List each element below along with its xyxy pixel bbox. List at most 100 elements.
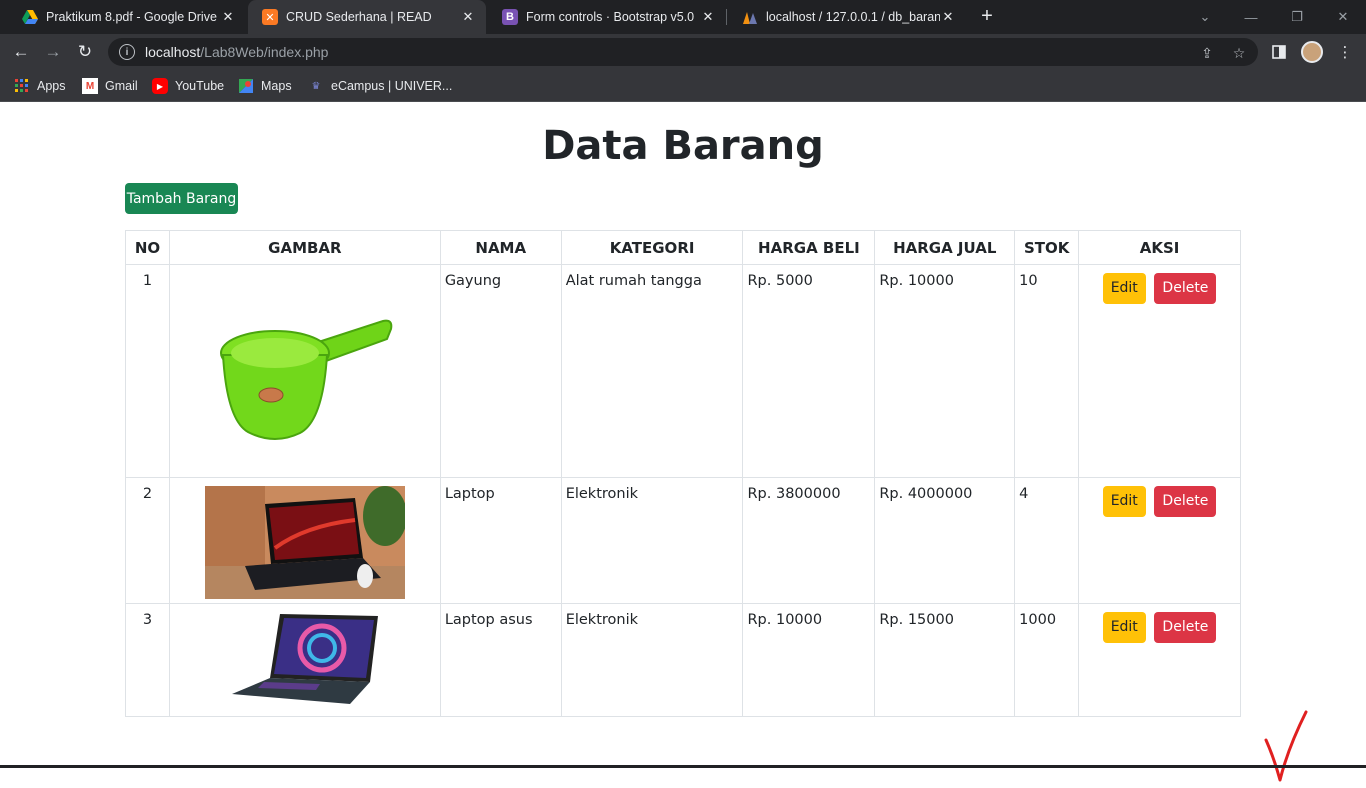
maps-icon bbox=[238, 78, 254, 94]
close-tab-icon[interactable]: ✕ bbox=[940, 9, 956, 25]
close-window-icon[interactable]: ✕ bbox=[1320, 0, 1366, 34]
xampp-icon: ✕ bbox=[262, 9, 278, 25]
cell-gambar bbox=[168, 264, 441, 478]
menu-kebab-icon[interactable]: ⋮ bbox=[1332, 39, 1358, 65]
column-header-harga-beli: HARGA BELI bbox=[742, 230, 876, 265]
profile-avatar[interactable] bbox=[1299, 39, 1325, 65]
bookmark-maps[interactable]: Maps bbox=[238, 76, 292, 96]
reload-icon[interactable]: ↻ bbox=[72, 39, 98, 65]
restore-icon[interactable]: ❐ bbox=[1274, 0, 1320, 34]
bookmark-ecampus[interactable]: ♛ eCampus | UNIVER... bbox=[308, 76, 453, 96]
bookmark-label: eCampus | UNIVER... bbox=[331, 79, 453, 93]
cell-kategori: Elektronik bbox=[560, 477, 744, 604]
bookmark-gmail[interactable]: M Gmail bbox=[82, 76, 138, 96]
items-table: NO GAMBAR NAMA KATEGORI HARGA BELI HARGA… bbox=[125, 230, 1241, 717]
back-icon[interactable]: ← bbox=[8, 39, 34, 65]
cell-aksi: Edit Delete bbox=[1078, 477, 1241, 604]
bookmark-star-icon[interactable]: ☆ bbox=[1230, 44, 1248, 62]
table-row: 1 Gayung Alat rumah tangga Rp. 5000 Rp. … bbox=[125, 264, 1241, 478]
gayung-image bbox=[219, 319, 393, 440]
table-header-row: NO GAMBAR NAMA KATEGORI HARGA BELI HARGA… bbox=[125, 230, 1241, 265]
apps-grid-icon bbox=[14, 78, 30, 94]
delete-button[interactable]: Delete bbox=[1154, 612, 1217, 643]
bootstrap-icon: B bbox=[502, 9, 518, 25]
tab-title: Praktikum 8.pdf - Google Drive bbox=[46, 10, 217, 24]
cell-harga-jual: Rp. 10000 bbox=[874, 264, 1016, 478]
youtube-icon: ▶ bbox=[152, 78, 168, 94]
browser-toolbar: ← → ↻ i localhost/Lab8Web/index.php ⇪ ☆ … bbox=[0, 34, 1366, 70]
cell-nama: Laptop bbox=[439, 477, 562, 604]
table-row: 2 Laptop Elektronik Rp. 3800000 Rp. 4000… bbox=[125, 477, 1241, 604]
cell-harga-beli: Rp. 5000 bbox=[742, 264, 876, 478]
tab-bootstrap-forms[interactable]: B Form controls · Bootstrap v5.0 ✕ bbox=[488, 0, 726, 34]
page-viewport: Data Barang Tambah Barang NO GAMBAR NAMA… bbox=[0, 103, 1366, 782]
cell-gambar bbox=[168, 603, 441, 717]
address-bar[interactable]: i localhost/Lab8Web/index.php ⇪ ☆ bbox=[108, 38, 1258, 66]
cell-aksi: Edit Delete bbox=[1078, 264, 1241, 478]
bookmark-apps[interactable]: Apps bbox=[14, 76, 66, 96]
cell-kategori: Elektronik bbox=[560, 603, 744, 717]
laptop-image bbox=[204, 486, 407, 599]
close-tab-icon[interactable]: ✕ bbox=[460, 9, 476, 25]
tab-phpmyadmin[interactable]: localhost / 127.0.0.1 / db_barang ✕ bbox=[728, 0, 966, 34]
add-item-button[interactable]: Tambah Barang bbox=[125, 183, 238, 214]
google-drive-icon bbox=[22, 9, 38, 25]
cell-stok: 1000 bbox=[1014, 603, 1080, 717]
table-row: 3 Laptop asus Elektronik Rp. 10000 Rp. 1… bbox=[125, 603, 1241, 717]
bookmark-label: Maps bbox=[261, 79, 292, 93]
phpmyadmin-icon bbox=[742, 9, 758, 25]
cell-kategori: Alat rumah tangga bbox=[560, 264, 744, 478]
laptop-asus-image bbox=[231, 614, 378, 704]
site-info-icon[interactable]: i bbox=[119, 44, 135, 60]
cell-nama: Gayung bbox=[439, 264, 562, 478]
page-title: Data Barang bbox=[542, 123, 824, 169]
cell-harga-jual: Rp. 4000000 bbox=[874, 477, 1016, 604]
close-tab-icon[interactable]: ✕ bbox=[700, 9, 716, 25]
side-panel-icon[interactable] bbox=[1266, 39, 1292, 65]
cell-nama: Laptop asus bbox=[439, 603, 562, 717]
new-tab-button[interactable]: + bbox=[976, 5, 998, 27]
bookmark-label: Gmail bbox=[105, 79, 138, 93]
url-text: localhost/Lab8Web/index.php bbox=[145, 44, 329, 60]
bookmark-label: Apps bbox=[37, 79, 66, 93]
column-header-gambar: GAMBAR bbox=[168, 230, 441, 265]
cell-gambar bbox=[168, 477, 441, 604]
delete-button[interactable]: Delete bbox=[1154, 273, 1217, 304]
bookmarks-bar: Apps M Gmail ▶ YouTube Maps ♛ eCampus | … bbox=[0, 70, 1366, 102]
column-header-aksi: AKSI bbox=[1078, 230, 1241, 265]
minimize-icon[interactable]: — bbox=[1228, 0, 1274, 34]
column-header-stok: STOK bbox=[1014, 230, 1080, 265]
checkmark-annotation bbox=[1264, 710, 1308, 782]
tab-title: CRUD Sederhana | READ bbox=[286, 10, 432, 24]
cell-harga-beli: Rp. 10000 bbox=[742, 603, 876, 717]
cell-no: 1 bbox=[125, 264, 170, 478]
ecampus-icon: ♛ bbox=[311, 80, 321, 92]
cell-stok: 4 bbox=[1014, 477, 1080, 604]
tab-google-drive[interactable]: Praktikum 8.pdf - Google Drive ✕ bbox=[8, 0, 246, 34]
column-header-nama: NAMA bbox=[439, 230, 562, 265]
gmail-icon: M bbox=[82, 78, 98, 94]
cell-aksi: Edit Delete bbox=[1078, 603, 1241, 717]
tab-strip: Praktikum 8.pdf - Google Drive ✕ ✕ CRUD … bbox=[0, 0, 1366, 34]
tab-crud-read[interactable]: ✕ CRUD Sederhana | READ ✕ bbox=[248, 0, 486, 34]
cell-stok: 10 bbox=[1014, 264, 1080, 478]
edit-button[interactable]: Edit bbox=[1102, 612, 1146, 643]
close-tab-icon[interactable]: ✕ bbox=[220, 9, 236, 25]
column-header-harga-jual: HARGA JUAL bbox=[874, 230, 1016, 265]
edit-button[interactable]: Edit bbox=[1102, 273, 1146, 304]
column-header-no: NO bbox=[125, 230, 170, 265]
delete-button[interactable]: Delete bbox=[1154, 486, 1217, 517]
share-icon[interactable]: ⇪ bbox=[1198, 44, 1216, 62]
column-header-kategori: KATEGORI bbox=[560, 230, 744, 265]
bookmark-youtube[interactable]: ▶ YouTube bbox=[152, 76, 224, 96]
bookmark-label: YouTube bbox=[175, 79, 225, 93]
edit-button[interactable]: Edit bbox=[1102, 486, 1146, 517]
cell-harga-jual: Rp. 15000 bbox=[874, 603, 1016, 717]
tab-separator bbox=[726, 9, 727, 25]
tab-title: Form controls · Bootstrap v5.0 bbox=[526, 10, 695, 24]
tab-search-icon[interactable]: ⌄ bbox=[1182, 0, 1228, 34]
cell-harga-beli: Rp. 3800000 bbox=[742, 477, 876, 604]
tab-title: localhost / 127.0.0.1 / db_barang bbox=[766, 10, 940, 24]
cell-no: 2 bbox=[125, 477, 170, 604]
forward-icon[interactable]: → bbox=[40, 39, 66, 65]
